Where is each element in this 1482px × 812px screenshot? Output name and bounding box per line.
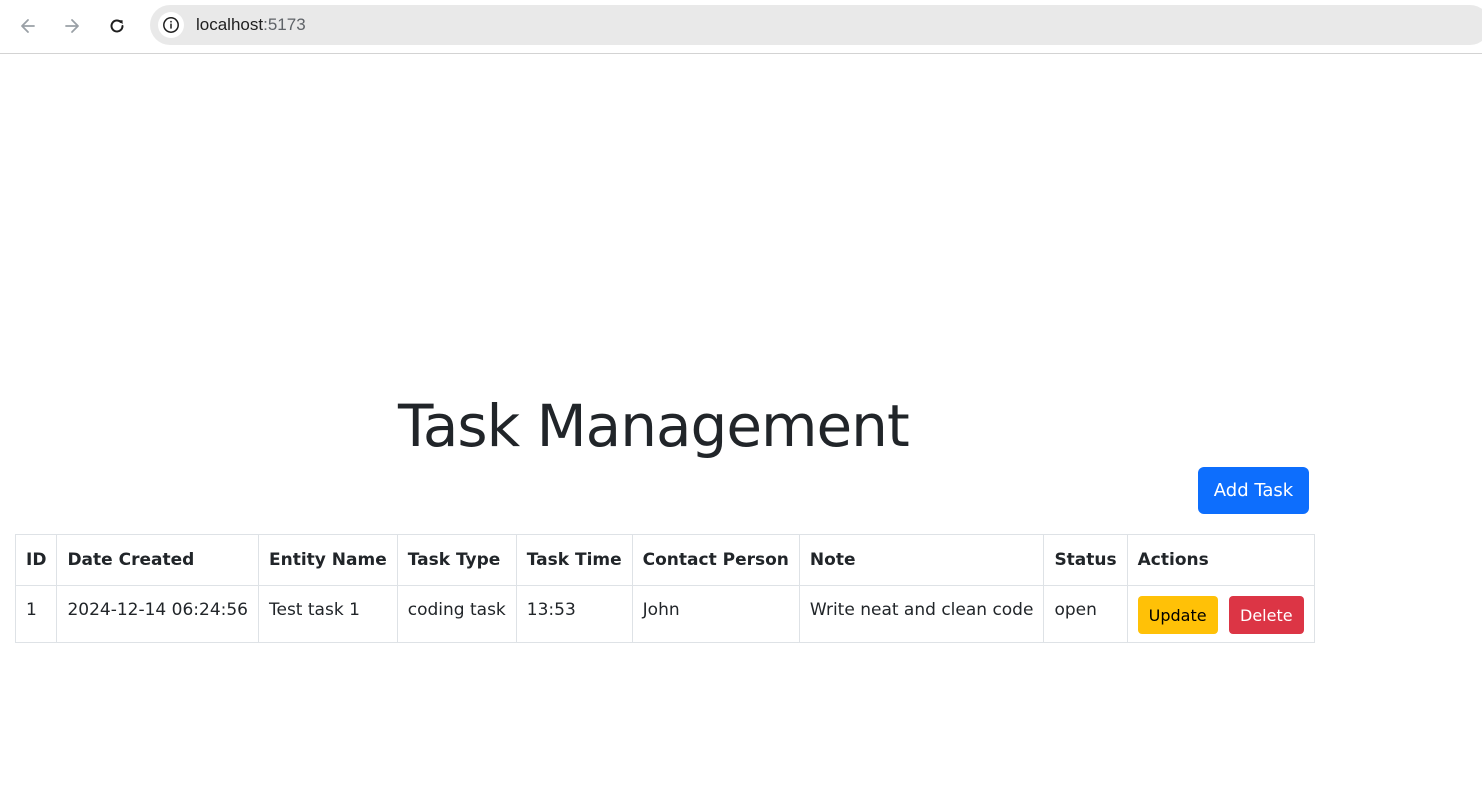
update-button[interactable]: Update bbox=[1137, 596, 1218, 634]
site-info-button[interactable] bbox=[158, 12, 184, 38]
reload-button[interactable] bbox=[99, 8, 135, 44]
page-title: Task Management bbox=[398, 392, 910, 460]
back-button[interactable] bbox=[10, 8, 46, 44]
url-host: localhost bbox=[196, 15, 264, 34]
column-header-id: ID bbox=[14, 534, 58, 586]
table-row: 1 2024-12-14 06:24:56 Test task 1 coding… bbox=[14, 585, 1315, 643]
add-task-button[interactable]: Add Task bbox=[1198, 467, 1309, 514]
column-header-date-created: Date Created bbox=[56, 534, 259, 586]
url-text[interactable]: localhost:5173 bbox=[196, 15, 306, 35]
cell-date-created: 2024-12-14 06:24:56 bbox=[56, 585, 259, 643]
cell-entity-name: Test task 1 bbox=[258, 585, 398, 643]
column-header-status: Status bbox=[1043, 534, 1128, 586]
back-arrow-icon bbox=[21, 19, 35, 33]
cell-note: Write neat and clean code bbox=[798, 585, 1045, 643]
url-port: :5173 bbox=[263, 15, 306, 34]
task-table: ID Date Created Entity Name Task Type Ta… bbox=[14, 534, 1315, 643]
address-bar[interactable]: localhost:5173 bbox=[150, 5, 1482, 45]
cell-actions: Update Delete bbox=[1126, 585, 1315, 643]
browser-toolbar: localhost:5173 bbox=[0, 0, 1482, 54]
column-header-entity-name: Entity Name bbox=[258, 534, 398, 586]
column-header-task-time: Task Time bbox=[515, 534, 633, 586]
column-header-contact-person: Contact Person bbox=[631, 534, 800, 586]
delete-button[interactable]: Delete bbox=[1229, 596, 1304, 634]
info-icon bbox=[163, 17, 179, 33]
reload-icon bbox=[110, 19, 124, 33]
forward-button[interactable] bbox=[54, 8, 90, 44]
cell-contact-person: John bbox=[631, 585, 800, 643]
cell-status: open bbox=[1043, 585, 1128, 643]
column-header-task-type: Task Type bbox=[396, 534, 517, 586]
cell-id: 1 bbox=[14, 585, 58, 643]
column-header-actions: Actions bbox=[1126, 534, 1315, 586]
table-header-row: ID Date Created Entity Name Task Type Ta… bbox=[14, 534, 1315, 586]
forward-arrow-icon bbox=[65, 19, 79, 33]
column-header-note: Note bbox=[798, 534, 1045, 586]
cell-task-type: coding task bbox=[396, 585, 517, 643]
cell-task-time: 13:53 bbox=[515, 585, 633, 643]
